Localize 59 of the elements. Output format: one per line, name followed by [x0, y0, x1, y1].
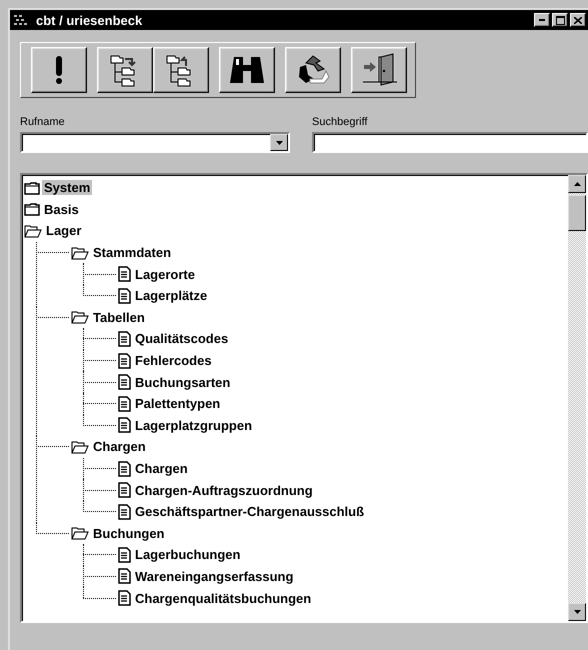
tree-item[interactable]: System	[42, 180, 92, 196]
toolbar-button[interactable]	[153, 47, 209, 93]
maximize-icon	[556, 16, 564, 24]
window-title: cbt / uriesenbeck	[36, 12, 144, 28]
toolbar-button[interactable]	[31, 47, 87, 93]
tree-item[interactable]: Stammdaten	[91, 245, 174, 260]
minimize-button[interactable]	[534, 13, 550, 27]
document-icon	[118, 374, 131, 390]
toolbar-button[interactable]	[285, 47, 341, 93]
tree-item[interactable]: Buchungen	[91, 526, 166, 541]
document-icon	[118, 266, 131, 282]
exclamation-icon	[54, 55, 64, 85]
tree-item[interactable]: Chargen-Auftragszuordnung	[133, 482, 315, 498]
dropdown-field[interactable]	[20, 132, 290, 153]
tree-item[interactable]: Chargen	[133, 461, 190, 476]
tree-item[interactable]: Wareneingangserfassung	[133, 568, 296, 584]
tree-item[interactable]: Chargen	[91, 439, 148, 454]
tree-item[interactable]: Tabellen	[91, 310, 147, 325]
field-label: Suchbegriff	[312, 116, 368, 128]
close-button[interactable]	[570, 13, 586, 27]
scroll-up-icon	[574, 182, 580, 186]
tree-item[interactable]: Lager	[44, 223, 84, 238]
document-icon	[118, 288, 131, 304]
document-icon	[118, 568, 131, 584]
document-icon	[118, 482, 131, 498]
exit-door-icon	[361, 53, 397, 87]
field-label: Rufname	[20, 116, 66, 128]
close-icon	[574, 16, 582, 24]
tree-item[interactable]: Basis	[42, 202, 81, 217]
toolbar-button[interactable]	[351, 47, 407, 93]
scroll-thumb[interactable]	[568, 195, 586, 231]
tree-item[interactable]: Lagerorte	[133, 266, 197, 282]
tree-item[interactable]: Chargenqualitätsbuchungen	[133, 590, 314, 606]
document-icon	[118, 330, 131, 347]
app-icon	[14, 14, 28, 26]
tree-item[interactable]: Buchungsarten	[133, 374, 232, 390]
tree-item[interactable]: Palettentypen	[133, 396, 222, 412]
document-icon	[118, 352, 131, 369]
toolbar-button[interactable]	[219, 47, 275, 93]
maximize-button[interactable]	[552, 13, 568, 27]
document-icon	[118, 396, 131, 412]
scrollbar[interactable]	[568, 175, 586, 621]
tree-item[interactable]: Lagerplatzgruppen	[133, 418, 254, 433]
tree-item[interactable]: Lagerbuchungen	[133, 547, 242, 562]
toolbar-button[interactable]	[97, 47, 153, 93]
tree-item[interactable]: Fehlercodes	[133, 353, 214, 368]
dropdown-arrow-icon	[276, 140, 283, 144]
binoculars-icon	[229, 55, 265, 85]
document-icon	[118, 546, 131, 563]
tree-item[interactable]: Lagerplätze	[133, 288, 210, 304]
tree-item[interactable]: Qualitätscodes	[133, 331, 230, 346]
minimize-icon	[539, 19, 545, 21]
document-icon	[118, 460, 131, 477]
document-icon	[118, 417, 131, 434]
tree-item[interactable]: Geschäftspartner-Chargenausschluß	[133, 504, 366, 520]
document-icon	[118, 590, 131, 606]
document-icon	[118, 504, 131, 520]
search-field[interactable]	[312, 132, 588, 153]
scroll-down-icon	[574, 610, 580, 614]
